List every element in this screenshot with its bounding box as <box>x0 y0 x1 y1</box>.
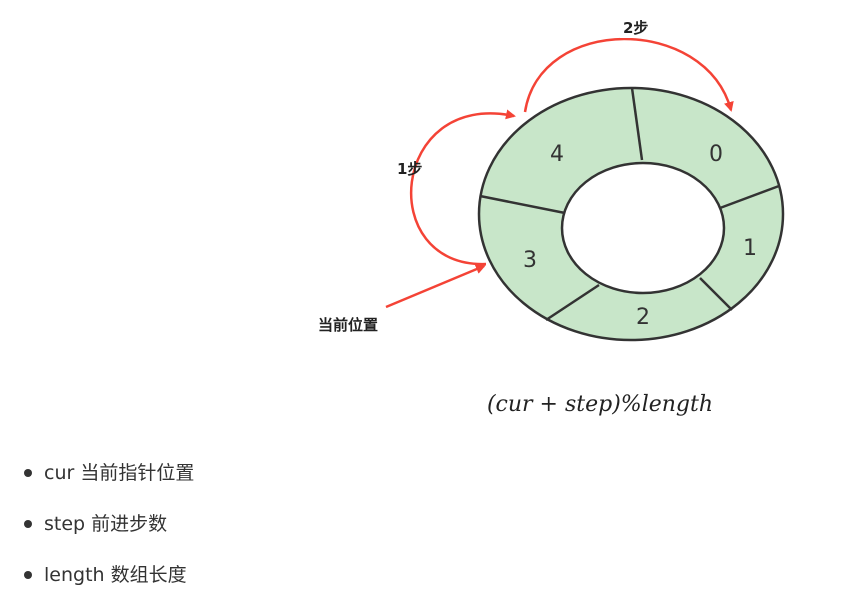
current-position-arrow <box>385 264 486 309</box>
formula: (cur + step)%length <box>486 392 714 417</box>
desc-length: 数组长度 <box>110 564 187 586</box>
term-cur: cur <box>44 462 75 484</box>
term-step: step <box>44 513 86 535</box>
two-steps-label: 2步 <box>623 19 648 37</box>
list-item: step 前进步数 <box>22 503 194 554</box>
segment-label-1: 1 <box>743 236 757 261</box>
desc-step: 前进步数 <box>91 513 168 535</box>
one-step-label: 1步 <box>397 160 422 178</box>
segment-label-4: 4 <box>550 142 564 167</box>
segment-label-0: 0 <box>709 142 723 167</box>
list-item: length 数组长度 <box>22 554 194 605</box>
ring-body <box>477 86 785 342</box>
desc-cur: 当前指针位置 <box>80 462 195 484</box>
segment-label-3: 3 <box>523 248 537 273</box>
current-position-label: 当前位置 <box>318 316 378 334</box>
definition-list: cur 当前指针位置 step 前进步数 length 数组长度 <box>22 452 194 605</box>
ring-diagram: 0 1 2 3 4 当前位置 1步 2步 <box>318 16 785 342</box>
term-length: length <box>44 564 105 586</box>
segment-label-2: 2 <box>636 305 650 330</box>
list-item: cur 当前指针位置 <box>22 452 194 503</box>
